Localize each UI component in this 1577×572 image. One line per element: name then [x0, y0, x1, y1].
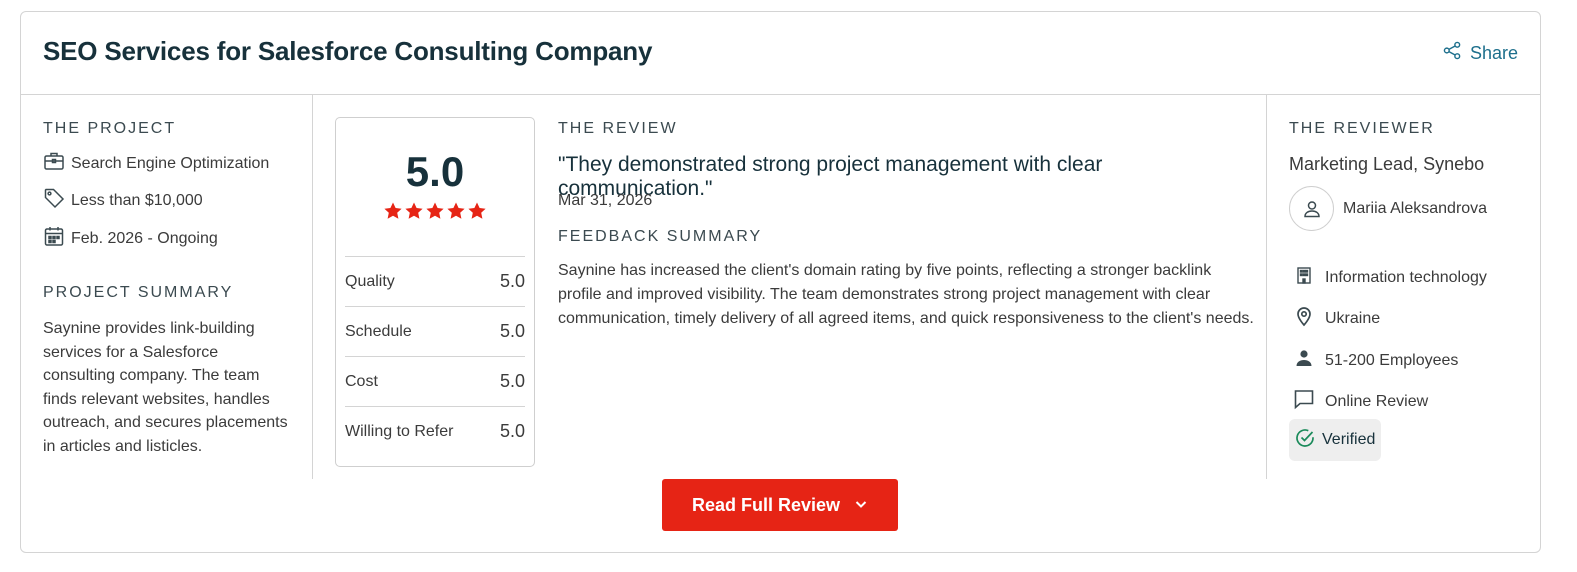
avatar — [1289, 186, 1334, 231]
project-service: Search Engine Optimization — [43, 150, 269, 177]
star-icon — [405, 202, 423, 219]
review-card: SEO Services for Salesforce Consulting C… — [20, 11, 1541, 553]
briefcase-icon — [43, 150, 65, 177]
share-label: Share — [1469, 42, 1518, 63]
user-icon — [1303, 200, 1320, 217]
project-section-label: THE PROJECT — [43, 120, 177, 137]
person-icon — [1293, 347, 1315, 374]
reviewer-location-text: Ukraine — [1325, 309, 1381, 327]
rating-row-label: Schedule — [345, 322, 412, 340]
price-tag-icon — [43, 187, 65, 214]
share-button[interactable]: Share — [1443, 41, 1518, 65]
star-rating — [336, 201, 534, 221]
rating-row-label: Quality — [345, 272, 395, 290]
project-dates-text: Feb. 2026 - Ongoing — [71, 229, 218, 247]
reviewer-company-size: 51-200 Employees — [1293, 347, 1458, 374]
star-icon — [447, 202, 465, 219]
star-icon — [384, 202, 402, 219]
calendar-icon — [43, 225, 65, 252]
project-summary-text: Saynine provides link-building services … — [43, 320, 288, 455]
project-dates: Feb. 2026 - Ongoing — [43, 225, 218, 252]
reviewer-industry-text: Information technology — [1325, 268, 1487, 286]
reviewer-company-size-text: 51-200 Employees — [1325, 351, 1459, 369]
review-section-label: THE REVIEW — [558, 120, 678, 137]
verified-label: Verified — [1322, 431, 1376, 448]
rating-row-cost: Cost 5.0 — [345, 356, 525, 406]
rating-row-label: Cost — [345, 372, 378, 390]
rating-row-willing-to-refer: Willing to Refer 5.0 — [345, 406, 525, 456]
star-icon — [468, 202, 486, 219]
check-circle-icon — [1294, 427, 1316, 454]
rating-row-value: 5.0 — [499, 421, 525, 441]
review-quote: "They demonstrated strong project manage… — [558, 153, 1103, 200]
reviewer-name: Mariia Aleksandrova — [1343, 200, 1488, 217]
share-icon — [1443, 41, 1462, 65]
reviewer-location: Ukraine — [1293, 305, 1380, 332]
project-column: THE PROJECT Search Engine Optimization L… — [21, 95, 313, 479]
rating-row-value: 5.0 — [499, 371, 525, 391]
reviewer-review-type: Online Review — [1293, 388, 1428, 415]
project-summary-label: PROJECT SUMMARY — [43, 284, 234, 301]
reviewer-industry: Information technology — [1293, 264, 1487, 291]
star-icon — [426, 202, 444, 219]
rating-row-value: 5.0 — [499, 271, 525, 291]
feedback-summary-text: Saynine has increased the client's domai… — [558, 262, 1254, 327]
verified-badge: Verified — [1289, 419, 1381, 461]
rating-row-schedule: Schedule 5.0 — [345, 306, 525, 356]
rating-row-value: 5.0 — [499, 321, 525, 341]
building-icon — [1293, 264, 1315, 291]
reviewer-review-type-text: Online Review — [1325, 392, 1429, 410]
project-budget-text: Less than $10,000 — [71, 191, 203, 209]
review-date: Mar 31, 2026 — [558, 192, 653, 209]
read-full-review-button[interactable]: Read Full Review — [662, 479, 898, 531]
rating-row-quality: Quality 5.0 — [345, 256, 525, 306]
rating-row-label: Willing to Refer — [345, 422, 454, 440]
chat-bubble-icon — [1293, 388, 1315, 415]
location-pin-icon — [1293, 305, 1315, 332]
review-title: SEO Services for Salesforce Consulting C… — [43, 36, 653, 66]
overall-rating: 5.0 — [405, 148, 465, 195]
card-header: SEO Services for Salesforce Consulting C… — [21, 12, 1540, 95]
read-full-review-label: Read Full Review — [691, 494, 841, 515]
reviewer-role: Marketing Lead, Synebo — [1289, 154, 1485, 174]
reviewer-column: THE REVIEWER Marketing Lead, Synebo Mari… — [1266, 95, 1541, 479]
feedback-summary-label: FEEDBACK SUMMARY — [558, 228, 763, 245]
chevron-down-icon — [854, 495, 868, 516]
project-service-text: Search Engine Optimization — [71, 154, 270, 172]
project-budget: Less than $10,000 — [43, 187, 203, 214]
rating-box: 5.0 Quality 5.0 Schedule 5.0 Cost 5.0 Wi… — [335, 117, 535, 467]
reviewer-section-label: THE REVIEWER — [1289, 120, 1435, 137]
